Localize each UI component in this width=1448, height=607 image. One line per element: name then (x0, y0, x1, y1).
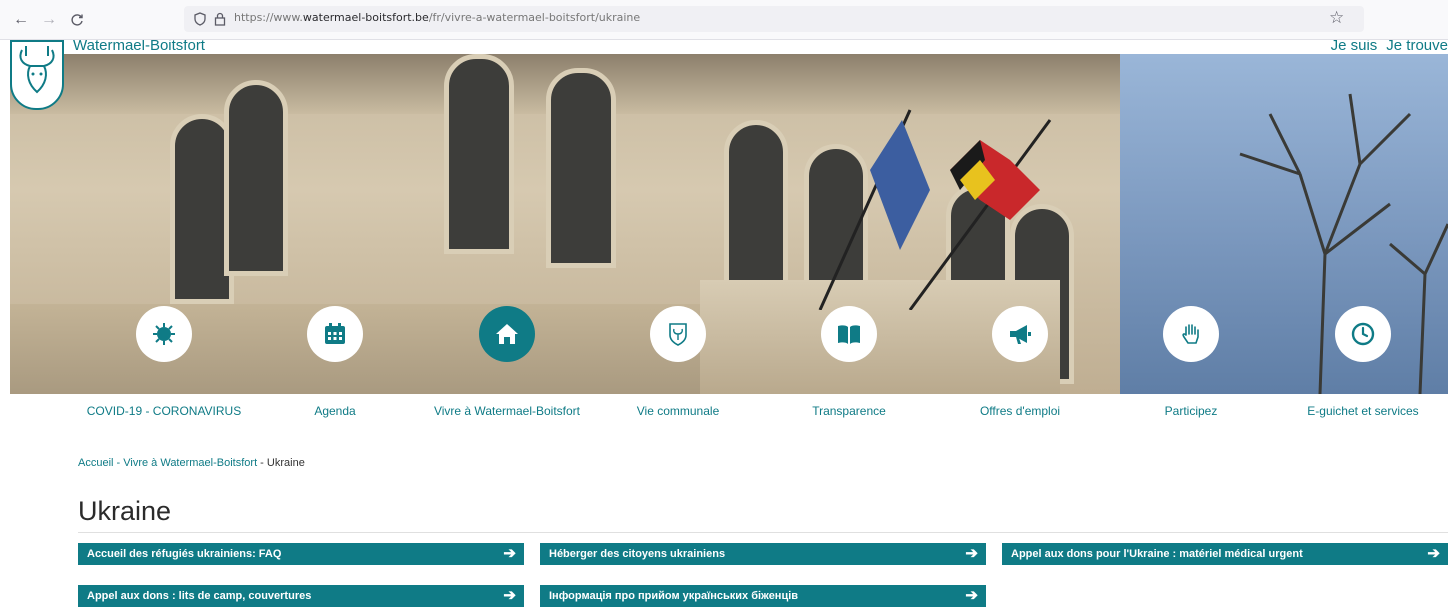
top-link-je-trouve[interactable]: Je trouve (1386, 40, 1448, 54)
url-domain: watermael-boitsfort.be (302, 11, 429, 24)
window (444, 54, 514, 254)
url-prefix: https://www. (234, 11, 303, 24)
page-title: Ukraine (78, 496, 172, 526)
category-eguichet-label[interactable]: E-guichet et services (1278, 404, 1448, 418)
lock-icon[interactable] (211, 10, 229, 28)
back-icon[interactable]: ← (10, 9, 32, 31)
category-agenda-label[interactable]: Agenda (250, 404, 420, 418)
shield-icon[interactable] (191, 10, 209, 28)
arrow-right-icon: ➔ (965, 587, 978, 604)
reload-icon[interactable] (66, 9, 88, 31)
stag-crest-icon (19, 46, 55, 94)
category-transparence-button[interactable] (821, 306, 877, 362)
arrow-right-icon: ➔ (503, 587, 516, 604)
calendar-icon (325, 323, 345, 344)
reload-icon-svg (71, 14, 83, 26)
link-label: Héberger des citoyens ukrainiens (549, 548, 726, 560)
category-agenda-button[interactable] (307, 306, 363, 362)
home-icon (496, 324, 518, 344)
link-heberger-citoyens[interactable]: Héberger des citoyens ukrainiens ➔ (540, 543, 986, 565)
arrow-right-icon: ➔ (503, 545, 516, 562)
category-transparence-label[interactable]: Transparence (764, 404, 934, 418)
breadcrumb-parent-link[interactable]: Vivre à Watermael-Boitsfort (123, 457, 257, 469)
link-label: Appel aux dons : lits de camp, couvertur… (87, 590, 312, 602)
bookmark-star-icon[interactable]: ☆ (1329, 8, 1344, 28)
arrow-right-icon: ➔ (1427, 545, 1440, 562)
address-bar[interactable]: https://www.watermael-boitsfort.be/fr/vi… (184, 6, 1364, 32)
shield-icon-svg (194, 12, 206, 26)
link-label: Accueil des réfugiés ukrainiens: FAQ (87, 548, 282, 560)
window (724, 120, 788, 300)
category-covid-label[interactable]: COVID-19 - CORONAVIRUS (79, 404, 249, 418)
category-offres-emploi-label[interactable]: Offres d'emploi (935, 404, 1105, 418)
link-appel-materiel-medical[interactable]: Appel aux dons pour l'Ukraine : matériel… (1002, 543, 1448, 565)
top-link-je-suis[interactable]: Je suis (1331, 40, 1378, 54)
category-covid-button[interactable] (136, 306, 192, 362)
flags-image (818, 109, 1052, 310)
link-appel-lits-couvertures[interactable]: Appel aux dons : lits de camp, couvertur… (78, 585, 524, 607)
category-vivre-label[interactable]: Vivre à Watermael-Boitsfort (422, 404, 592, 418)
lock-icon-svg (214, 12, 226, 26)
breadcrumb-home-link[interactable]: Accueil (78, 457, 113, 469)
link-label: Appel aux dons pour l'Ukraine : matériel… (1011, 548, 1303, 560)
category-eguichet-button[interactable] (1335, 306, 1391, 362)
virus-icon (153, 323, 175, 345)
megaphone-icon (1010, 325, 1031, 344)
hero-banner: Watermael-Boitsfort Je suis Je trouve (10, 40, 1448, 394)
url-text[interactable]: https://www.watermael-boitsfort.be/fr/vi… (234, 11, 640, 24)
top-links: Je suis Je trouve (1322, 40, 1448, 54)
category-vie-communale-button[interactable] (650, 306, 706, 362)
window (546, 68, 616, 268)
breadcrumb-separator: - (257, 457, 267, 469)
browser-toolbar: ← → https://www.watermael-boitsfort.be/f… (0, 0, 1448, 40)
arrow-right-icon: ➔ (965, 545, 978, 562)
municipality-logo[interactable] (10, 40, 64, 110)
breadcrumb-current: Ukraine (266, 457, 305, 469)
category-vivre-button[interactable] (479, 306, 535, 362)
site-header-bar: Watermael-Boitsfort Je suis Je trouve (10, 40, 1448, 54)
breadcrumb-separator: - (113, 457, 124, 469)
site-name[interactable]: Watermael-Boitsfort (73, 40, 205, 54)
link-refugees-faq[interactable]: Accueil des réfugiés ukrainiens: FAQ ➔ (78, 543, 524, 565)
book-icon (838, 325, 860, 344)
clock-icon (1351, 322, 1375, 346)
forward-icon[interactable]: → (38, 9, 60, 31)
breadcrumb: Accueil - Vivre à Watermael-Boitsfort - … (78, 457, 305, 469)
category-offres-emploi-button[interactable] (992, 306, 1048, 362)
link-label: Інформація про прийом українських біженц… (549, 590, 799, 602)
category-vie-communale-label[interactable]: Vie communale (593, 404, 763, 418)
category-participez-button[interactable] (1163, 306, 1219, 362)
window (224, 80, 288, 276)
link-info-ukrainian[interactable]: Інформація про прийом українських біженц… (540, 585, 986, 607)
category-participez-label[interactable]: Participez (1106, 404, 1276, 418)
crest-icon (669, 323, 687, 346)
title-divider (78, 532, 1448, 533)
hand-icon (1182, 324, 1199, 344)
url-path: /fr/vivre-a-watermael-boitsfort/ukraine (428, 11, 641, 24)
